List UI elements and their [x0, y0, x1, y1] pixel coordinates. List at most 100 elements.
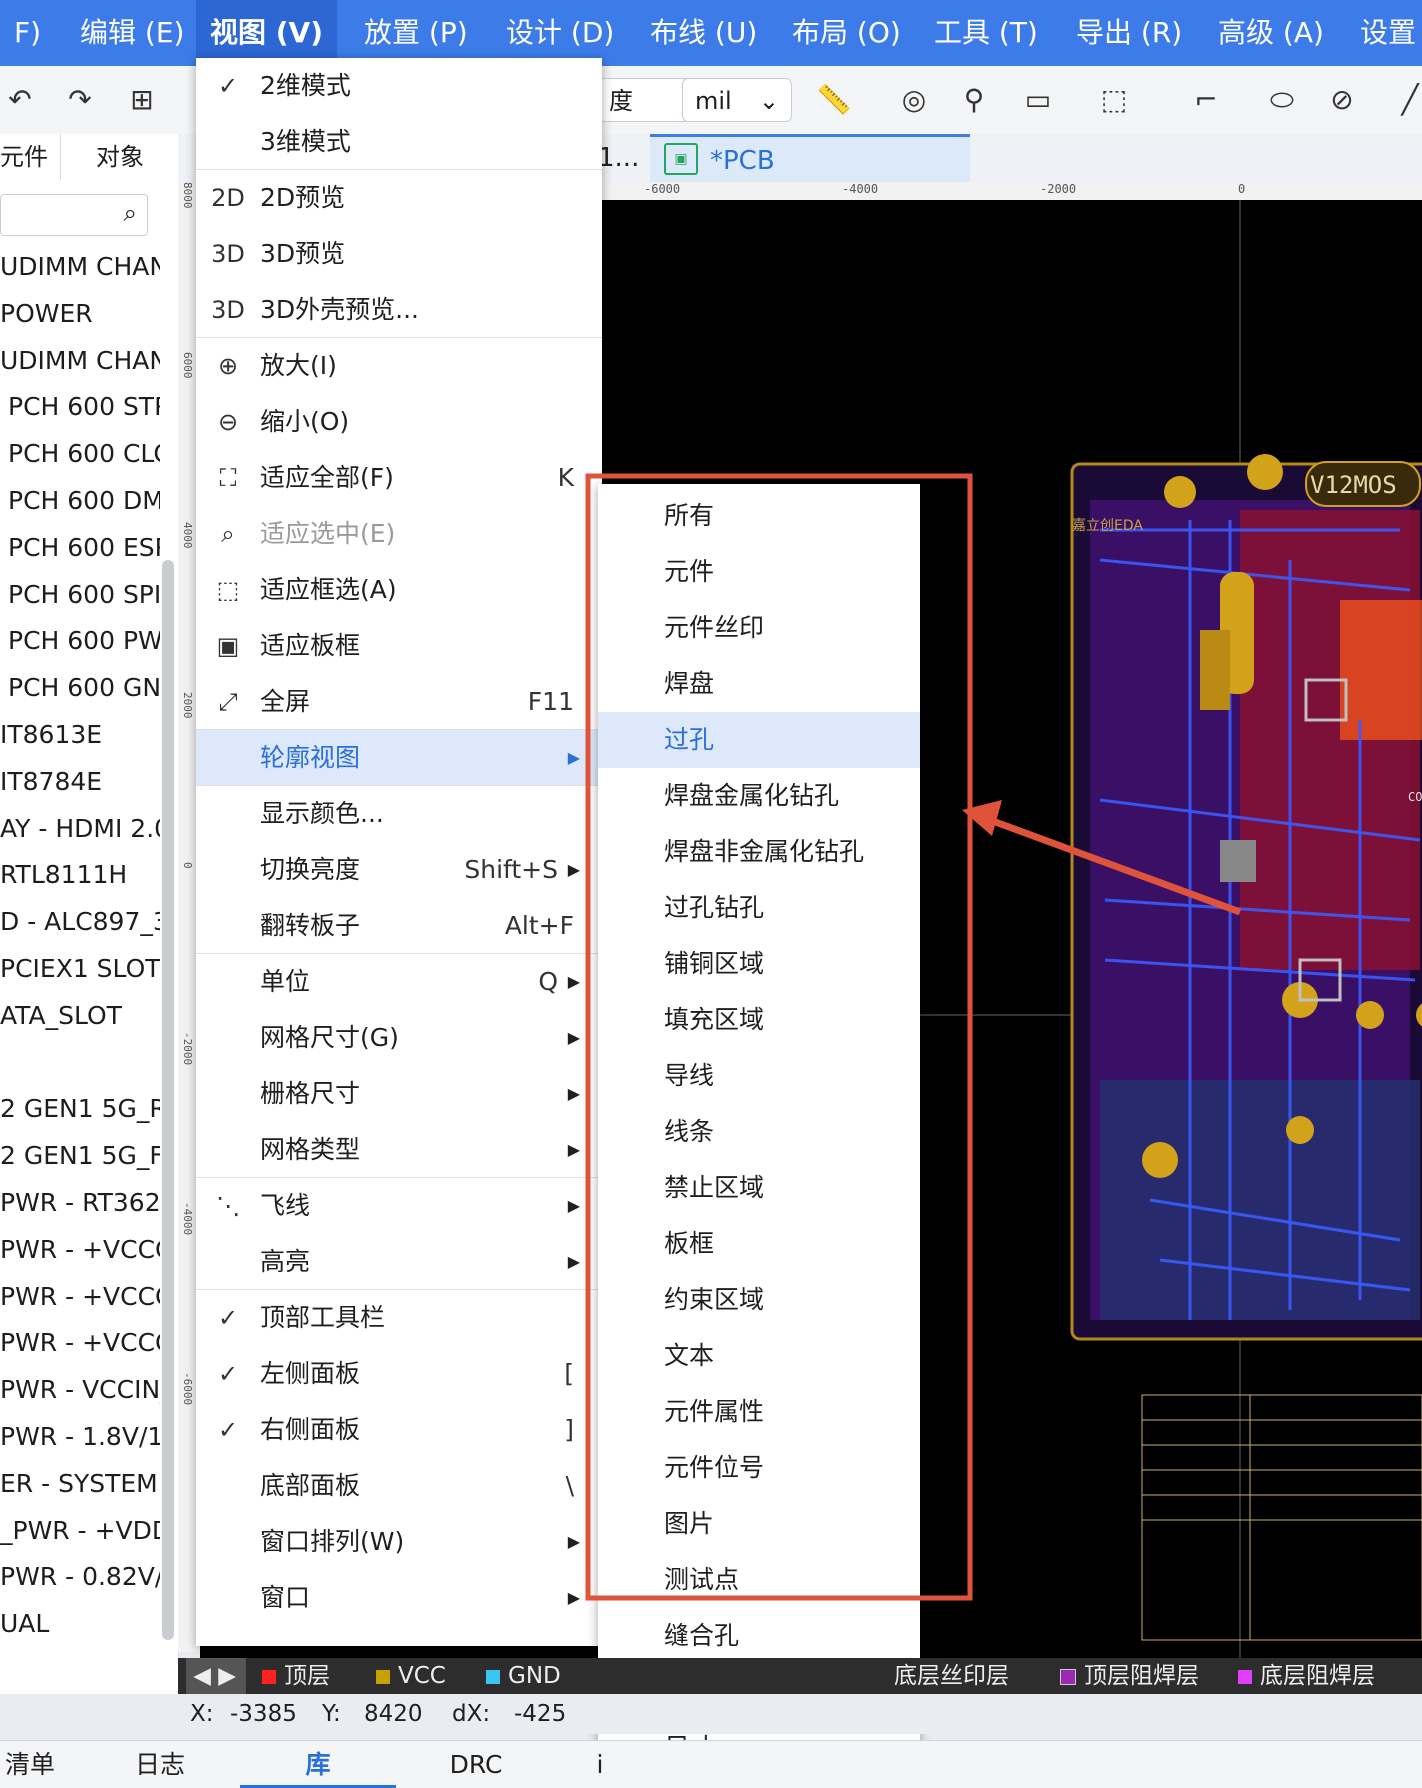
outline-submenu-item[interactable]: 禁止区域	[598, 1160, 920, 1216]
outline-submenu-item[interactable]: 导线	[598, 1048, 920, 1104]
netlist-item[interactable]: POWER	[0, 291, 93, 337]
layer-top[interactable]: 顶层	[262, 1658, 330, 1694]
menu-8[interactable]: 导出 (R)	[1062, 0, 1196, 66]
layer-scroll-arrows[interactable]: ◀ ▶	[186, 1658, 246, 1694]
layer-bottom-mask[interactable]: 底层阻焊层	[1238, 1658, 1375, 1694]
view-menu-item[interactable]: ✓ 左侧面板 [	[196, 1346, 602, 1402]
netlist-item[interactable]: PWR - +VCCC(	[0, 1274, 160, 1320]
netlist-item[interactable]: PWR - +VCCC(	[0, 1227, 160, 1273]
undo-icon[interactable]: ↶	[0, 80, 40, 120]
view-menu-item[interactable]: 2D 2D预览	[196, 170, 602, 226]
netlist-item[interactable]: PWR - +VCCC(	[0, 1320, 160, 1366]
menu-5[interactable]: 布线 (U)	[636, 0, 771, 66]
view-menu-item[interactable]: 轮廓视图 ▶	[196, 730, 602, 786]
view-menu-item[interactable]: 栅格尺寸 ▶	[196, 1066, 602, 1122]
view-menu-item[interactable]: 翻转板子 Alt+F	[196, 898, 602, 954]
view-menu-item[interactable]: ▣ 适应板框	[196, 618, 602, 674]
tab-document-partial[interactable]: 1...	[598, 134, 658, 182]
view-menu-item[interactable]: 3D 3D外壳预览...	[196, 282, 602, 338]
netlist-item[interactable]: PCH 600 PWI	[0, 618, 160, 664]
redo-icon[interactable]: ↷	[60, 80, 100, 120]
view-menu-item[interactable]: 底部面板 \	[196, 1458, 602, 1514]
menu-9[interactable]: 高级 (A)	[1204, 0, 1338, 66]
menu-7[interactable]: 工具 (T)	[920, 0, 1052, 66]
view-menu-item[interactable]: ⌕ 适应选中(E)	[196, 506, 602, 562]
tab-log[interactable]: 日志	[120, 1741, 200, 1788]
view-menu-item[interactable]: ✓ 顶部工具栏	[196, 1290, 602, 1346]
no-icon[interactable]: ⊘	[1322, 80, 1362, 120]
search-input[interactable]: ⌕	[0, 194, 148, 236]
netlist-item[interactable]: _PWR - +VDD	[0, 1508, 160, 1554]
line-icon[interactable]: ╱	[1390, 80, 1422, 120]
view-menu-item[interactable]: 网格类型 ▶	[196, 1122, 602, 1178]
outline-submenu-item[interactable]: 元件位号	[598, 1440, 920, 1496]
unit-select[interactable]: mil ⌄	[682, 78, 792, 122]
rect-icon[interactable]: ▭	[1018, 80, 1058, 120]
view-menu-item[interactable]: ⋱ 飞线 ▶	[196, 1178, 602, 1234]
tab-components[interactable]: 元件	[0, 134, 61, 180]
tab-objects[interactable]: 对象	[96, 134, 166, 180]
view-menu-item[interactable]: ⬚ 适应框选(A)	[196, 562, 602, 618]
outline-submenu-item[interactable]: 焊盘金属化钻孔	[598, 768, 920, 824]
netlist-item[interactable]: RTL8111H	[0, 852, 127, 898]
tab-library[interactable]: 库	[240, 1741, 396, 1788]
outline-submenu-item[interactable]: 填充区域	[598, 992, 920, 1048]
tab-drc[interactable]: DRC	[436, 1741, 516, 1788]
outline-submenu-item[interactable]: 测试点	[598, 1552, 920, 1608]
view-menu-item[interactable]: 单位 Q ▶	[196, 954, 602, 1010]
outline-submenu-item[interactable]: 过孔	[598, 712, 920, 768]
outline-submenu-item[interactable]: 所有	[598, 488, 920, 544]
tab-pcb[interactable]: ▣ *PCB	[650, 134, 970, 182]
outline-submenu-item[interactable]: 文本	[598, 1328, 920, 1384]
netlist-item[interactable]: PCH 600 STRA	[0, 384, 160, 430]
tab-bom[interactable]: 清单	[0, 1741, 60, 1788]
netlist-item[interactable]: PCH 600 CLO	[0, 431, 160, 477]
layer-top-mask[interactable]: 顶层阻焊层	[1060, 1658, 1199, 1694]
view-menu-item[interactable]: 窗口 ▶	[196, 1570, 602, 1626]
netlist-item[interactable]: IT8784E	[0, 759, 102, 805]
netlist-item[interactable]: PCH 600 ESP	[0, 525, 160, 571]
menu-3[interactable]: 放置 (P)	[350, 0, 482, 66]
netlist-item[interactable]: IT8613E	[0, 712, 102, 758]
netlist-item[interactable]: UAL	[0, 1601, 49, 1647]
outline-submenu-item[interactable]: 线条	[598, 1104, 920, 1160]
menu-2[interactable]: 视图 (V)	[196, 0, 338, 66]
netlist-item[interactable]: PWR - 0.82V/1	[0, 1554, 160, 1600]
scrollbar[interactable]	[162, 560, 174, 1640]
netlist-item[interactable]: PCIEX1 SLOT	[0, 946, 160, 992]
menu-4[interactable]: 设计 (D)	[492, 0, 628, 66]
netlist-item[interactable]: 2 GEN1 5G_FR	[0, 1133, 160, 1179]
outline-submenu-item[interactable]: 约束区域	[598, 1272, 920, 1328]
view-menu-item[interactable]: 显示颜色...	[196, 786, 602, 842]
view-menu-item[interactable]: ✓ 右侧面板]	[196, 1402, 602, 1458]
view-menu-item[interactable]: ⊖ 缩小(O)	[196, 394, 602, 450]
outline-submenu-item[interactable]: 焊盘非金属化钻孔	[598, 824, 920, 880]
netlist-item[interactable]: PCH 600 GNI	[0, 665, 160, 711]
netlist-item[interactable]: PWR - 1.8V/1.(	[0, 1414, 160, 1460]
tab-partial[interactable]: i	[590, 1741, 610, 1788]
outline-submenu-item[interactable]: 元件	[598, 544, 920, 600]
netlist-item[interactable]: PCH 600 DM	[0, 478, 160, 524]
netlist-item[interactable]: PWR - RT3628	[0, 1180, 160, 1226]
outline-submenu-item[interactable]: 元件丝印	[598, 600, 920, 656]
netlist-item[interactable]: D - ALC897_3C	[0, 899, 160, 945]
netlist-item[interactable]: PWR - VCCIN_	[0, 1367, 160, 1413]
layer-vcc[interactable]: VCC	[376, 1658, 446, 1694]
view-menu-item[interactable]: 3D 3D预览	[196, 226, 602, 282]
netlist-item[interactable]: UDIMM CHAN	[0, 244, 160, 290]
ruler-icon[interactable]: 📏	[814, 80, 854, 120]
view-menu-item[interactable]: 窗口排列(W) ▶	[196, 1514, 602, 1570]
netlist-item[interactable]: ER - SYSTEM P	[0, 1461, 160, 1507]
netlist-item[interactable]: UDIMM CHAN	[0, 338, 160, 384]
ellipse-icon[interactable]: ⬭	[1262, 80, 1302, 120]
via-icon[interactable]: ◎	[894, 80, 934, 120]
menu-6[interactable]: 布局 (O)	[778, 0, 915, 66]
outline-submenu-item[interactable]: 铺铜区域	[598, 936, 920, 992]
grid-icon[interactable]: ⊞	[122, 80, 162, 120]
outline-submenu-item[interactable]: 图片	[598, 1496, 920, 1552]
layer-bottom-silk[interactable]: 底层丝印层	[894, 1658, 1009, 1694]
netlist-item[interactable]: AY - HDMI 2.0	[0, 806, 160, 852]
view-menu-item[interactable]: ⛶ 适应全部(F) K	[196, 450, 602, 506]
menu-10[interactable]: 设置 (	[1346, 0, 1422, 66]
menu-1[interactable]: 编辑 (E)	[66, 0, 198, 66]
